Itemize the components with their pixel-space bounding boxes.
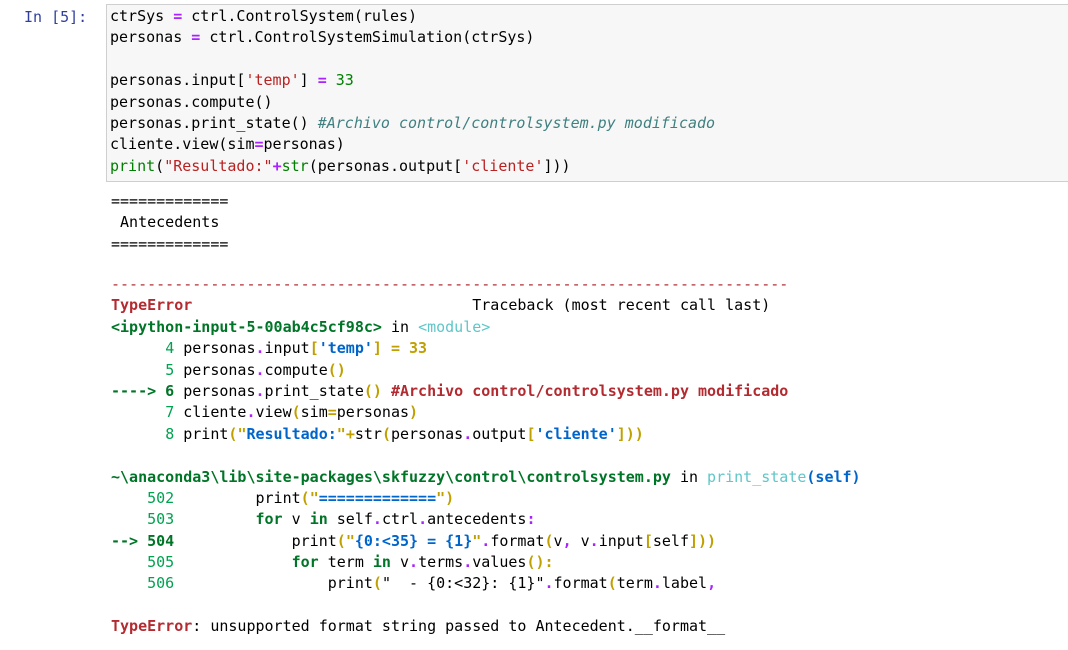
frame2-line-506: 506 print(" - {0:<32}: {1}".format(term.… — [147, 574, 717, 593]
code-line-6: personas.print_state() #Archivo control/… — [110, 113, 716, 132]
frame2-line-504: --> 504 print("{0:<35} = {1}".format(v, … — [111, 531, 717, 550]
separator-top: ============= — [111, 192, 229, 210]
traceback-dashes: ----------------------------------------… — [111, 275, 789, 293]
separator-bottom: ============= — [111, 234, 229, 253]
code-line-1: ctrSys = ctrl.ControlSystem(rules) — [110, 7, 418, 25]
code-line-8: print("Resultado:"+str(personas.output['… — [110, 156, 571, 175]
traceback-output: ----------------------------------------… — [111, 274, 861, 638]
frame2-line-502: 502 print("=============") — [147, 488, 455, 507]
error-name: TypeError — [111, 296, 193, 315]
frame2-line-503: 503 for v in self.ctrl.antecedents: — [147, 510, 536, 529]
code-line-4: personas.input['temp'] = 33 — [110, 71, 354, 90]
frame1-line-4: 4 personas.input['temp'] = 33 — [165, 339, 428, 358]
code-line-7: cliente.view(sim=personas) — [110, 135, 345, 154]
code-line-5: personas.compute() — [110, 92, 273, 111]
frame1-line-6: ----> 6 personas.print_state() #Archivo … — [111, 381, 789, 400]
code-line-2: personas = ctrl.ControlSystemSimulation(… — [110, 28, 535, 47]
code-cell-source[interactable]: ctrSys = ctrl.ControlSystem(rules) person… — [110, 6, 715, 177]
frame2-header: ~\anaconda3\lib\site-packages\skfuzzy\co… — [111, 467, 861, 486]
stdout-output: ============= Antecedents ============= — [111, 191, 228, 255]
traceback-label: Traceback (most recent call last) — [472, 296, 771, 315]
antecedents-heading: Antecedents — [111, 213, 220, 232]
frame1-line-5: 5 personas.compute() — [165, 360, 346, 379]
frame1-module: <module> — [418, 317, 491, 336]
frame2-func: print_state — [707, 467, 807, 486]
cell-prompt: In [5]: — [24, 8, 88, 26]
frame1-line-7: 7 cliente.view(sim=personas) — [165, 403, 419, 422]
frame2-line-505: 505 for term in v.terms.values(): — [147, 553, 554, 572]
frame2-args: (self) — [806, 467, 861, 486]
final-error-line: TypeError: unsupported format string pas… — [111, 617, 726, 636]
frame1-line-8: 8 print("Resultado:"+str(personas.output… — [165, 424, 644, 443]
frame2-file: ~\anaconda3\lib\site-packages\skfuzzy\co… — [111, 467, 671, 486]
frame1-name: <ipython-input-5-00ab4c5cf98c> — [111, 317, 382, 336]
traceback-header: TypeError Traceback (most recent call la… — [111, 295, 861, 316]
frame1-header: <ipython-input-5-00ab4c5cf98c> in <modul… — [111, 317, 491, 336]
final-error-message: unsupported format string passed to Ante… — [210, 617, 726, 636]
